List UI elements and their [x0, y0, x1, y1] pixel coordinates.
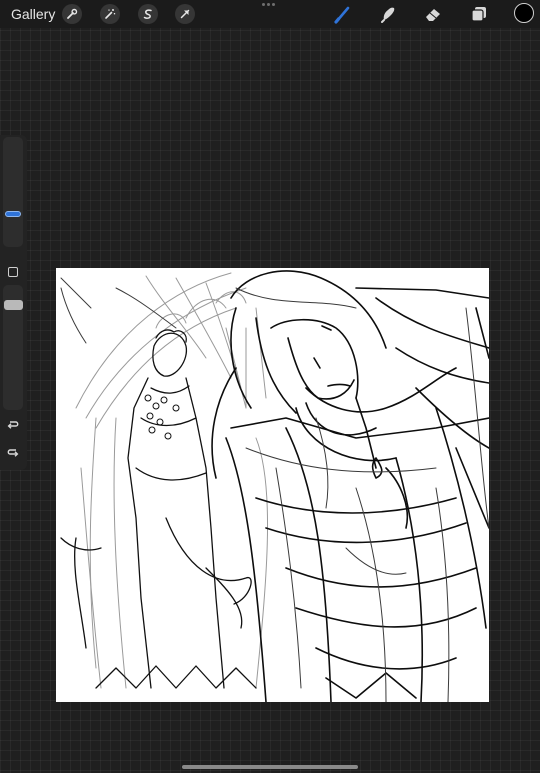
brush-size-knob[interactable] [5, 211, 21, 217]
drawing-canvas[interactable] [56, 268, 489, 702]
sketch-artwork [60, 270, 489, 702]
layers-icon[interactable] [469, 4, 489, 24]
home-indicator[interactable] [182, 765, 358, 769]
gallery-button[interactable]: Gallery [11, 6, 55, 22]
eraser-icon[interactable] [423, 4, 443, 24]
adjustments-button[interactable] [100, 4, 120, 24]
redo-icon[interactable] [6, 447, 20, 459]
wrench-icon [67, 8, 78, 19]
more-dots-icon[interactable] [262, 3, 275, 6]
brush-size-slider[interactable] [3, 137, 23, 247]
top-toolbar: Gallery [0, 0, 540, 28]
modify-button[interactable] [8, 267, 18, 277]
actions-button[interactable] [62, 4, 82, 24]
smudge-icon[interactable] [378, 4, 398, 24]
selection-s-icon [143, 9, 152, 19]
undo-icon[interactable] [6, 419, 20, 431]
opacity-knob[interactable] [4, 300, 23, 310]
brush-icon[interactable] [333, 4, 353, 24]
color-swatch[interactable] [514, 3, 534, 23]
transform-button[interactable] [175, 4, 195, 24]
magic-wand-icon [105, 9, 116, 19]
transform-arrow-icon [180, 9, 190, 19]
selection-button[interactable] [138, 4, 158, 24]
sidebar [0, 135, 27, 470]
